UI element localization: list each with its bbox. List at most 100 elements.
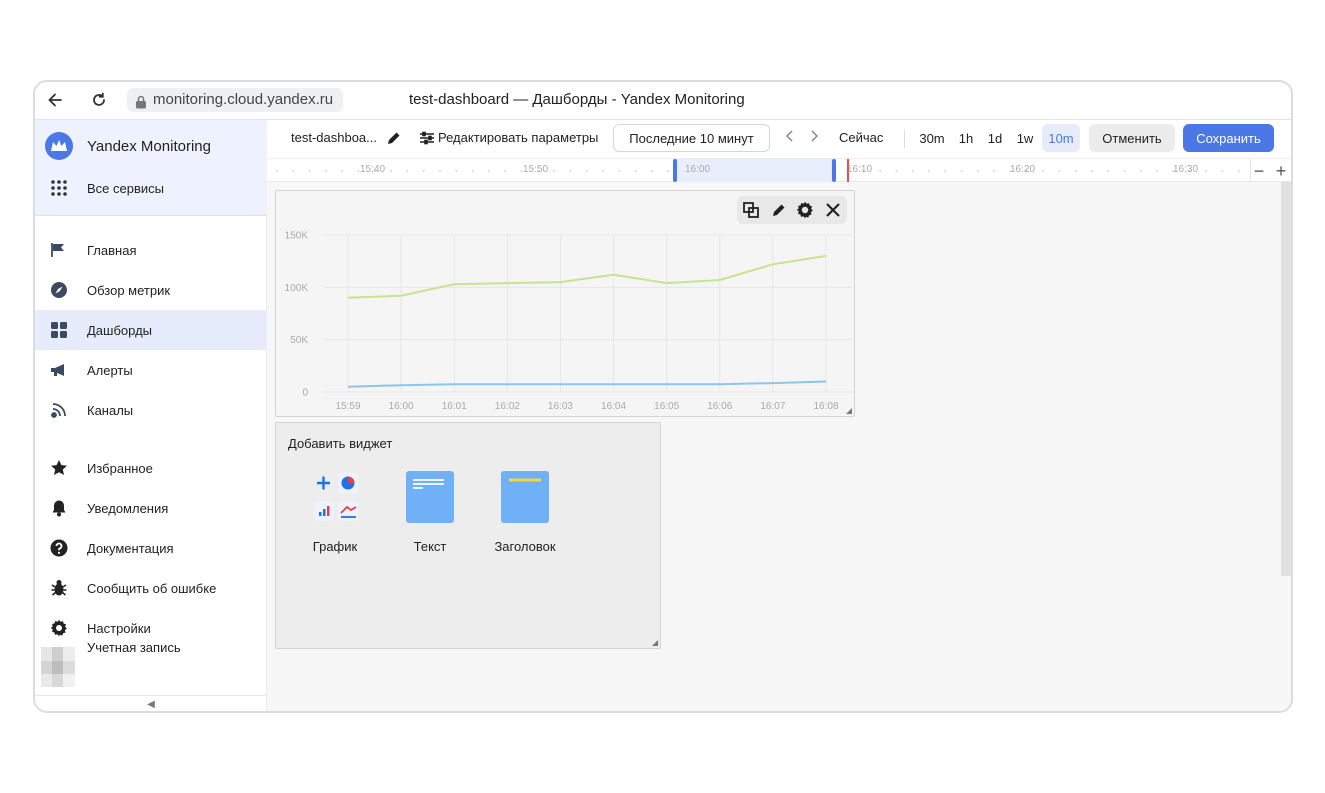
dashboard-icon <box>49 320 69 340</box>
x-tick-label: 16:03 <box>548 401 573 412</box>
brand-name[interactable]: Yandex Monitoring <box>87 138 211 155</box>
time-range-picker[interactable]: Последние 10 минут <box>613 124 770 152</box>
preset-label: 1w <box>1016 130 1034 146</box>
dashboard-toolbar: test-dashboa... Редактировать параметры … <box>267 120 1291 158</box>
grid-icon <box>49 178 69 198</box>
sidebar-item-channels[interactable]: Каналы <box>35 390 267 430</box>
preset-30m[interactable]: 30m <box>914 124 950 152</box>
sidebar-item-alerts[interactable]: Алерты <box>35 350 267 390</box>
pencil-icon[interactable] <box>387 131 401 148</box>
sidebar-item-label: Обзор метрик <box>87 282 171 298</box>
timeline-tick: 16:30 <box>1173 164 1199 175</box>
resize-handle[interactable] <box>846 408 852 414</box>
preset-1d[interactable]: 1d <box>982 124 1008 152</box>
sidebar-header: Yandex Monitoring Все сервисы <box>35 120 267 216</box>
chevron-left-icon[interactable] <box>785 130 795 145</box>
edit-icon[interactable] <box>769 200 789 220</box>
toolbar-divider <box>904 130 905 148</box>
sidebar-item-home[interactable]: Главная <box>35 230 267 270</box>
widget-option-label: Заголовок <box>494 539 556 554</box>
megaphone-icon <box>49 360 69 380</box>
sidebar-item-label: Сообщить об ошибке <box>87 580 217 596</box>
chart-widget-icon <box>311 471 359 523</box>
chart-widget[interactable]: 150K 100K 50K 0 15:59 16:00 16:01 16:02 16:03 16:… <box>275 190 855 417</box>
x-tick-label: 16:07 <box>760 401 785 412</box>
sidebar-item-favorites[interactable]: Избранное <box>35 448 267 488</box>
settings-icon[interactable] <box>795 200 815 220</box>
star-icon <box>49 458 69 478</box>
sidebar-item-docs[interactable]: Документация <box>35 528 267 568</box>
sidebar-item-label: Главная <box>87 242 137 258</box>
widget-option-label: График <box>312 539 358 554</box>
save-button[interactable]: Сохранить <box>1183 124 1274 152</box>
sidebar-item-all-services[interactable]: Все сервисы <box>35 168 267 208</box>
page-title: test-dashboard — Дашборды - Yandex Monit… <box>409 91 745 108</box>
save-label: Сохранить <box>1196 130 1261 146</box>
time-range-label: Последние 10 минут <box>629 130 754 146</box>
reload-icon[interactable] <box>87 88 111 112</box>
series-line-1 <box>347 254 827 299</box>
sidebar-item-label: Алерты <box>87 362 133 378</box>
compass-icon <box>49 280 69 300</box>
browser-bar: monitoring.cloud.yandex.ru test-dashboar… <box>35 82 1291 120</box>
zoom-in-button[interactable]: + <box>1271 161 1291 181</box>
add-chart-widget-button[interactable]: График <box>290 471 380 561</box>
sidebar-item-label: Уведомления <box>87 500 169 516</box>
sidebar-item-notifications[interactable]: Уведомления <box>35 488 267 528</box>
sidebar-item-label: Учетная запись <box>87 639 181 655</box>
x-tick-label: 16:04 <box>601 401 626 412</box>
edit-params-button[interactable]: Редактировать параметры <box>438 130 598 145</box>
zoom-out-button[interactable]: − <box>1249 161 1269 181</box>
timeline-handle-left[interactable] <box>673 159 677 182</box>
timeline-tick: 15:40 <box>360 164 386 175</box>
caret-left-icon: ◀ <box>147 699 155 710</box>
widget-option-label: Текст <box>413 539 447 554</box>
preset-label: 1d <box>987 130 1003 146</box>
sidebar-item-label: Каналы <box>87 402 134 418</box>
scrollbar[interactable] <box>1281 182 1291 576</box>
text-widget-icon <box>406 471 454 523</box>
series-line-2 <box>347 380 827 388</box>
help-icon <box>49 538 69 558</box>
timeline-handle-right[interactable] <box>832 159 836 182</box>
cancel-button[interactable]: Отменить <box>1089 124 1175 152</box>
bug-icon <box>49 578 69 598</box>
preset-1w[interactable]: 1w <box>1011 124 1039 152</box>
title-widget-icon <box>501 471 549 523</box>
sidebar-item-account[interactable]: Учетная запись <box>35 627 267 667</box>
widget-toolbar <box>737 196 847 224</box>
sidebar-item-label: Дашборды <box>87 322 152 338</box>
sidebar-item-dashboards[interactable]: Дашборды <box>35 310 267 350</box>
copy-icon[interactable] <box>741 200 761 220</box>
preset-1h[interactable]: 1h <box>953 124 979 152</box>
browser-window: monitoring.cloud.yandex.ru test-dashboar… <box>33 80 1293 713</box>
timeline-tick: 15:50 <box>523 164 549 175</box>
preset-label: 30m <box>919 130 945 146</box>
cancel-label: Отменить <box>1102 130 1162 146</box>
preset-10m[interactable]: 10m <box>1042 124 1080 152</box>
address-bar[interactable]: monitoring.cloud.yandex.ru <box>127 88 344 112</box>
close-icon[interactable] <box>823 200 843 220</box>
sidebar-item-report-bug[interactable]: Сообщить об ошибке <box>35 568 267 608</box>
add-text-widget-button[interactable]: Текст <box>385 471 475 561</box>
x-tick-label: 16:06 <box>707 401 732 412</box>
monitoring-logo-icon[interactable] <box>45 132 73 160</box>
signal-icon <box>49 400 69 420</box>
y-tick-label: 0 <box>302 388 308 399</box>
back-icon[interactable] <box>43 88 67 112</box>
x-tick-label: 16:00 <box>389 401 414 412</box>
timeline-tick: 16:20 <box>1010 164 1036 175</box>
sidebar-collapse-button[interactable]: ◀ <box>35 695 267 711</box>
add-widget-panel: Добавить виджет График Текст Заголовок <box>275 422 661 649</box>
bell-icon <box>49 498 69 518</box>
url-text: monitoring.cloud.yandex.ru <box>153 91 334 108</box>
timeline-tick: 16:00 <box>685 164 711 175</box>
resize-handle[interactable] <box>652 640 658 646</box>
add-title-widget-button[interactable]: Заголовок <box>480 471 570 561</box>
sidebar-item-metrics[interactable]: Обзор метрик <box>35 270 267 310</box>
dashboard-name[interactable]: test-dashboa... <box>291 130 377 145</box>
now-button[interactable]: Сейчас <box>839 130 883 145</box>
sliders-icon <box>419 131 435 148</box>
timeline-scrubber[interactable]: 15:40 15:50 16:00 16:10 16:20 16:30 − + <box>267 158 1291 182</box>
chevron-right-icon[interactable] <box>809 130 819 145</box>
